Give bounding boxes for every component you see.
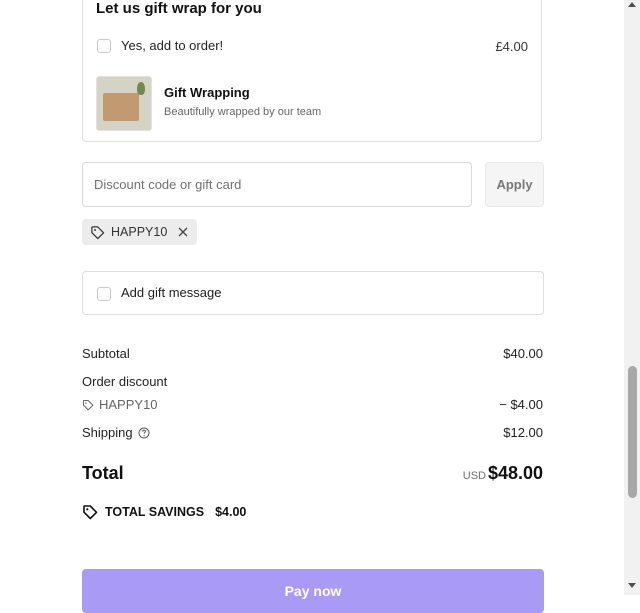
- gift-wrap-item-desc: Beautifully wrapped by our team: [164, 106, 322, 118]
- gift-wrap-item-name: Gift Wrapping: [164, 85, 250, 100]
- scrollbar-thumb[interactable]: [628, 366, 637, 498]
- total-currency: USD: [462, 470, 486, 482]
- applied-discount-chip: HAPPY10: [82, 219, 198, 245]
- shipping-label: Shipping: [82, 425, 133, 440]
- vertical-scrollbar[interactable]: [624, 0, 640, 595]
- tag-icon: [91, 225, 105, 239]
- subtotal-value: $40.00: [503, 346, 543, 361]
- gift-wrap-checkbox-label[interactable]: Yes, add to order!: [121, 38, 223, 53]
- shipping-value: $12.00: [503, 425, 543, 440]
- applied-discount-code: HAPPY10: [111, 225, 168, 239]
- gift-message-section: Add gift message: [82, 271, 544, 315]
- gift-wrap-checkbox[interactable]: [97, 39, 111, 53]
- pay-now-button[interactable]: Pay now: [82, 569, 544, 613]
- subtotal-label: Subtotal: [82, 346, 130, 361]
- gift-wrap-title: Let us gift wrap for you: [96, 0, 262, 17]
- total-savings-value: $4.00: [215, 505, 247, 519]
- subtotal-row: Subtotal $40.00: [82, 346, 544, 361]
- discount-code-row: HAPPY10 − $4.00: [82, 397, 544, 412]
- scroll-down-icon[interactable]: [628, 583, 636, 588]
- tag-icon: [83, 505, 98, 520]
- gift-wrap-section: Let us gift wrap for you Yes, add to ord…: [82, 0, 542, 142]
- gift-message-checkbox[interactable]: [97, 287, 111, 301]
- tag-icon: [82, 399, 94, 410]
- apply-button[interactable]: Apply: [485, 162, 544, 207]
- order-discount-label: Order discount: [82, 374, 168, 389]
- gift-wrap-price: £4.00: [495, 39, 528, 54]
- discount-code-label: HAPPY10: [99, 397, 158, 412]
- gift-message-label[interactable]: Add gift message: [121, 285, 221, 300]
- discount-code-input[interactable]: [82, 162, 472, 207]
- discount-value: − $4.00: [499, 397, 543, 412]
- close-icon[interactable]: [177, 226, 189, 238]
- total-savings-label: TOTAL SAVINGS: [105, 505, 205, 519]
- help-icon[interactable]: [138, 427, 150, 439]
- gift-wrap-thumbnail: [96, 76, 152, 131]
- total-savings: TOTAL SAVINGS $4.00: [82, 504, 246, 520]
- scroll-up-icon[interactable]: [628, 2, 636, 7]
- order-discount-row: Order discount: [82, 374, 544, 389]
- total-amount: $48.00: [487, 463, 543, 483]
- total-label: Total: [82, 463, 124, 483]
- shipping-row: Shipping $12.00: [82, 425, 544, 440]
